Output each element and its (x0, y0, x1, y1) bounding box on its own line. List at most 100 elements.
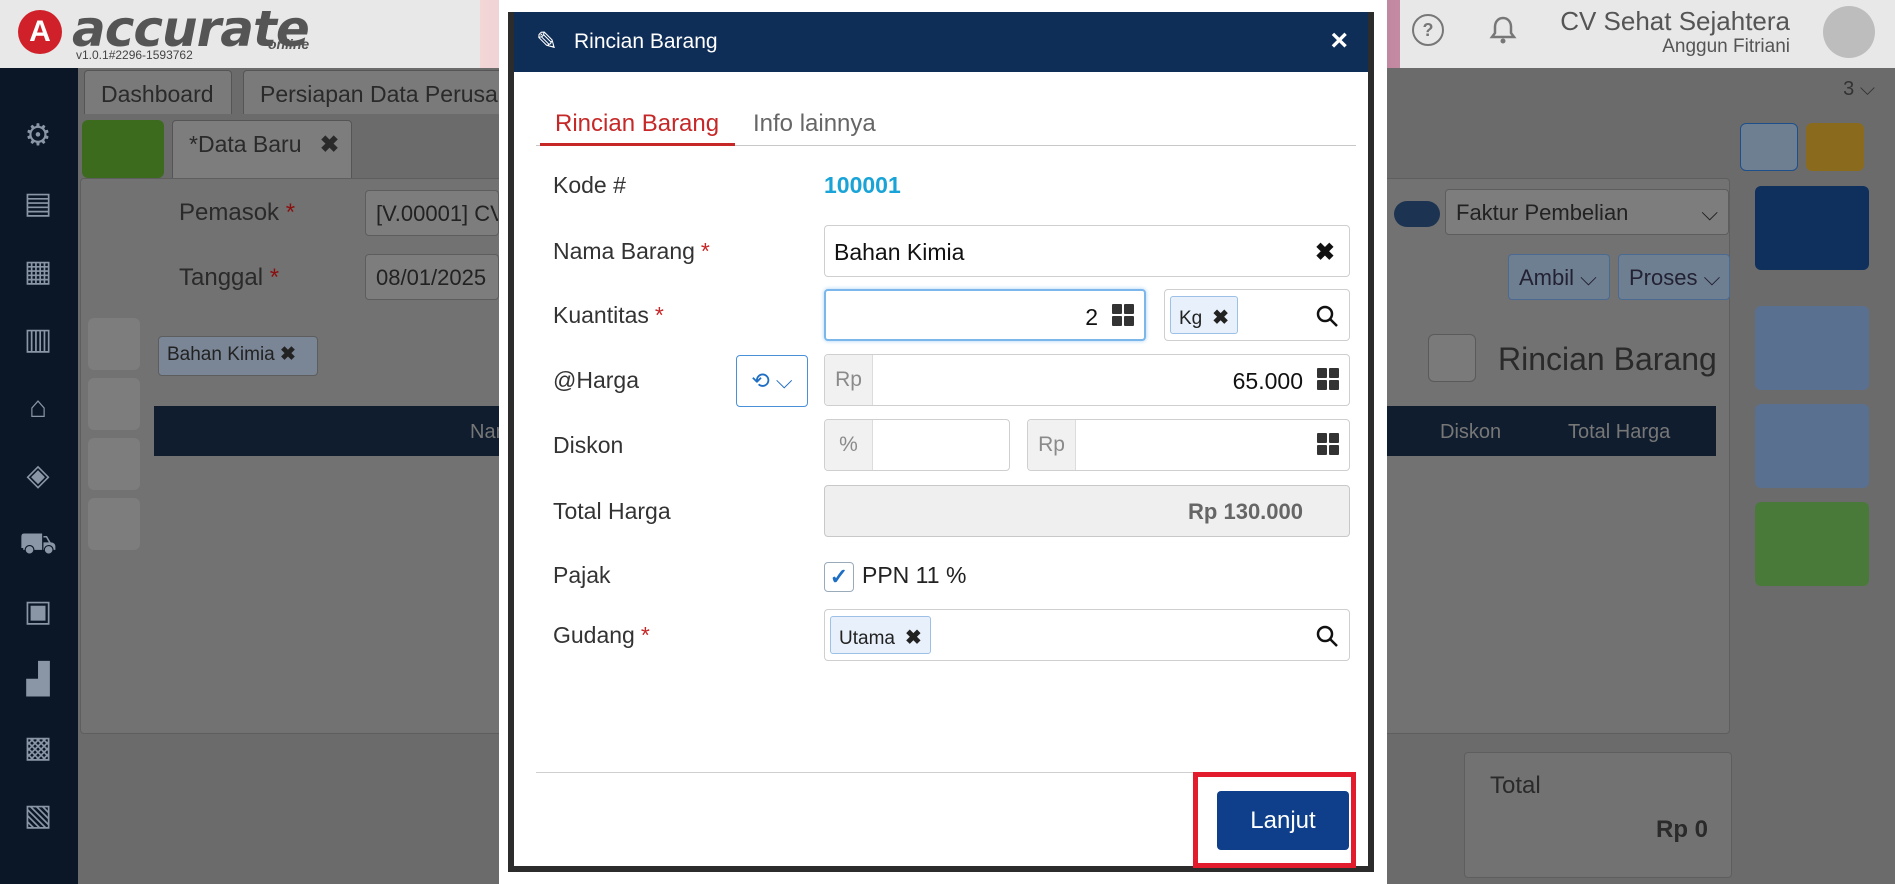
cash-register-icon[interactable]: ▤ (18, 184, 58, 224)
harga-prefix: Rp (825, 355, 873, 405)
harga-value: 65.000 (1232, 368, 1303, 394)
kuantitas-value: 2 (1085, 304, 1098, 330)
more-options-icon[interactable] (1755, 502, 1869, 586)
factory-icon[interactable]: ▟ (18, 660, 58, 700)
gudang-chip: Utama ✖ (830, 616, 931, 654)
kode-value[interactable]: 100001 (824, 172, 901, 199)
gudang-label: Gudang * (553, 622, 650, 648)
list-icon[interactable] (82, 120, 164, 178)
user-name: Anggun Fitriani (1662, 36, 1790, 57)
calculator-icon[interactable] (1317, 368, 1339, 390)
cart-icon[interactable]: ⛟ (18, 524, 58, 564)
tab-info-lainnya[interactable]: Info lainnya (738, 94, 888, 146)
ambil-button[interactable]: Ambil ⌵ (1508, 254, 1610, 300)
toggle-switch[interactable] (1394, 201, 1440, 227)
ppn-label[interactable]: PPN 11 % (862, 562, 966, 589)
settings-icon[interactable]: ⚙ (18, 116, 58, 156)
diskon-label: Diskon (553, 432, 624, 458)
total-label: Total (1490, 772, 1541, 799)
calculator-icon[interactable] (1317, 433, 1339, 455)
accurate-logo-icon: A (18, 10, 62, 54)
remove-icon[interactable]: ✖ (1212, 307, 1229, 329)
clear-icon[interactable]: ✖ (1315, 238, 1335, 267)
tanggal-input[interactable]: 08/01/2025 (365, 254, 499, 300)
diskon-percent-input[interactable]: % (824, 419, 1010, 471)
pencil-icon: ✎ (536, 26, 558, 56)
tab-rincian-barang[interactable]: Rincian Barang (540, 94, 735, 146)
attachment-icon[interactable] (1755, 404, 1869, 488)
unit-field[interactable]: Kg ✖ (1164, 289, 1350, 341)
doc-side-tab-icon[interactable] (88, 318, 140, 370)
ppn-checkbox[interactable]: ✓ (824, 562, 854, 592)
ledger-icon[interactable]: ▥ (18, 320, 58, 360)
nama-barang-value: Bahan Kimia (834, 239, 965, 265)
total-value: Rp 0 (1656, 816, 1709, 843)
briefcase-icon[interactable] (88, 498, 140, 550)
document-icon[interactable] (1755, 306, 1869, 390)
diskon-percent-prefix: % (825, 420, 873, 470)
diskon-amount-prefix: Rp (1028, 420, 1076, 470)
money-bag-icon[interactable]: ◈ (18, 456, 58, 496)
gudang-field[interactable]: Utama ✖ (824, 609, 1350, 661)
save-icon[interactable] (1755, 186, 1869, 270)
kuantitas-label: Kuantitas * (553, 302, 664, 328)
modal-title: Rincian Barang (574, 30, 718, 53)
harga-input[interactable]: Rp 65.000 (824, 354, 1350, 406)
lightbulb-icon[interactable] (1806, 123, 1864, 171)
kode-label: Kode # (553, 172, 626, 198)
tab-data-baru[interactable]: *Data Baru ✖ (172, 120, 352, 178)
total-harga-field: Rp 130.000 (824, 485, 1350, 537)
sidebar: ⚙ ▤ ▦ ▥ ⌂ ◈ ⛟ ▣ ▟ ▩ ▧ (0, 68, 78, 884)
building-icon[interactable]: ▦ (18, 252, 58, 292)
col-total-header: Total Harga (1568, 421, 1671, 443)
nama-barang-label: Nama Barang * (553, 238, 710, 264)
col-diskon-header: Diskon (1440, 421, 1502, 443)
company-name: CV Sehat Sejahtera (1560, 6, 1790, 36)
unsaved-mark: * (189, 131, 198, 157)
app-logo-online: online (268, 36, 310, 52)
gear-icon[interactable] (1740, 123, 1798, 171)
close-icon[interactable]: × (1330, 24, 1348, 58)
info-icon[interactable] (88, 378, 140, 430)
search-icon[interactable] (1315, 304, 1339, 328)
total-harga-label: Total Harga (553, 498, 671, 524)
total-harga-value: Rp 130.000 (1188, 499, 1303, 524)
help-icon[interactable]: ? (1412, 14, 1444, 46)
kuantitas-input[interactable]: 2 (824, 289, 1146, 341)
bank-icon[interactable]: ⌂ (18, 388, 58, 428)
filter-chip[interactable]: Bahan Kimia ✖ (158, 336, 318, 376)
bell-icon[interactable] (1487, 14, 1519, 46)
pemasok-input[interactable]: [V.00001] CV Se (365, 190, 499, 236)
cost-icon[interactable] (88, 438, 140, 490)
tab-dashboard[interactable]: Dashboard (84, 70, 232, 114)
diskon-amount-input[interactable]: Rp (1027, 419, 1350, 471)
close-icon[interactable]: ✖ (320, 131, 339, 157)
doc-tab-label: Data Baru (197, 131, 302, 157)
nama-barang-field[interactable]: Bahan Kimia ✖ (824, 225, 1350, 277)
search-icon[interactable] (1428, 334, 1476, 382)
warehouse-icon[interactable]: ▩ (18, 728, 58, 768)
harga-label: @Harga (553, 367, 639, 393)
tanggal-label: Tanggal * (179, 264, 280, 291)
trolley-icon[interactable]: ▣ (18, 592, 58, 632)
pajak-label: Pajak (553, 562, 611, 588)
price-history-button[interactable]: ⟲ ⌵ (736, 355, 808, 407)
remove-icon[interactable]: ✖ (905, 627, 922, 649)
proses-button[interactable]: Proses ⌵ (1618, 254, 1730, 300)
avatar[interactable] (1823, 6, 1875, 58)
unit-chip: Kg ✖ (1170, 296, 1239, 334)
pemasok-label: Pemasok * (179, 199, 296, 226)
tab-count[interactable]: 3 ⌵ (1843, 78, 1875, 101)
section-title: Rincian Barang (1498, 341, 1717, 377)
lanjut-button[interactable]: Lanjut (1217, 791, 1349, 850)
footer-divider (536, 772, 1356, 773)
app-version: v1.0.1#2296-1593762 (76, 48, 193, 62)
faktur-select[interactable]: Faktur Pembelian ⌵ (1445, 189, 1729, 235)
rincian-barang-modal: ✎ Rincian Barang × Rincian Barang Info l… (508, 12, 1374, 872)
tab-persiapan[interactable]: Persiapan Data Perusa (243, 70, 503, 114)
total-panel (1464, 752, 1732, 878)
tax-icon[interactable]: ▧ (18, 796, 58, 836)
search-icon[interactable] (1315, 624, 1339, 648)
modal-tabs: Rincian Barang Info lainnya (536, 94, 1356, 146)
calculator-icon[interactable] (1112, 304, 1134, 326)
